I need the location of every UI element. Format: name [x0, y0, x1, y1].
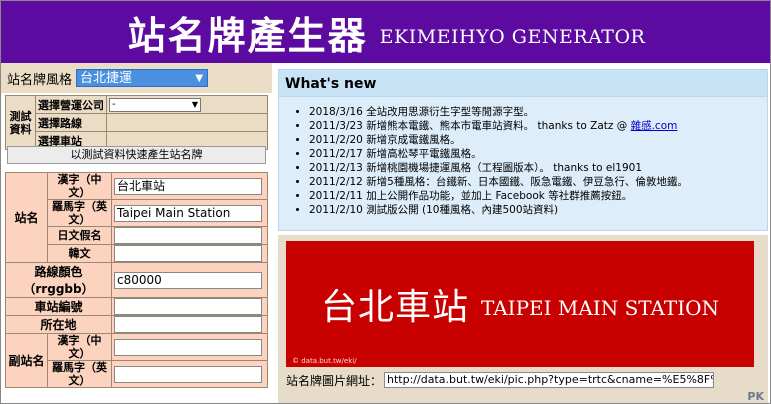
- sub-romaji-label: 羅馬字（英文）: [47, 360, 112, 388]
- form-panel: 站名牌風格 台北捷運 ▼ 測試資料 選擇營運公司 - ▼ 選擇路線 選擇車站 以…: [1, 63, 272, 403]
- list-item: 2018/3/16 全站改用思源衍生字型等閒源字型。: [309, 105, 767, 119]
- station-group-label: 站名: [5, 172, 48, 263]
- info-panel: What's new 2018/3/16 全站改用思源衍生字型等閒源字型。 20…: [272, 63, 770, 403]
- quick-fill-button[interactable]: 以測試資料快速產生站名牌: [7, 146, 266, 164]
- sign-watermark: © data.but.tw/eki/: [292, 357, 357, 365]
- line-label: 選擇路線: [35, 113, 107, 132]
- news-list: 2018/3/16 全站改用思源衍生字型等閒源字型。 2011/3/23 新增熊…: [279, 105, 767, 217]
- zakkan-link[interactable]: 雜感.com: [631, 120, 678, 132]
- station-number-label: 車站編號: [5, 297, 112, 316]
- image-url-row: 站名牌圖片網址： http://data.but.tw/eki/pic.php?…: [286, 371, 756, 389]
- list-item: 2011/2/12 新增5種風格：台鐵新、日本國鐵、阪急電鐵、伊豆急行、倫敦地鐵…: [309, 175, 767, 189]
- page-header: 站名牌產生器 EKIMEIHYO GENERATOR: [1, 1, 770, 63]
- list-item: 2011/2/13 新增桃園機場捷運風格（工程圖版本）。 thanks to e…: [309, 161, 767, 175]
- korean-label: 韓文: [47, 244, 112, 263]
- fill-button-row: 以測試資料快速產生站名牌: [7, 146, 266, 166]
- kana-label: 日文假名: [47, 226, 112, 245]
- korean-input[interactable]: [114, 245, 262, 262]
- station-number-input[interactable]: [114, 298, 262, 315]
- preview-area: 台北車站 TAIPEI MAIN STATION © data.but.tw/e…: [278, 235, 768, 403]
- pk-badge: PK: [747, 390, 764, 403]
- company-select-value: -: [112, 98, 116, 110]
- sub-romaji-input[interactable]: [114, 365, 262, 383]
- chevron-down-icon: ▼: [191, 99, 198, 109]
- list-item: 2011/2/20 新增京成電鐵風格。: [309, 133, 767, 147]
- test-data-table: 測試資料 選擇營運公司 - ▼ 選擇路線 選擇車站: [5, 95, 268, 150]
- chevron-down-icon: ▼: [195, 73, 204, 84]
- whats-new-box: What's new 2018/3/16 全站改用思源衍生字型等閒源字型。 20…: [278, 69, 768, 231]
- romaji-label: 羅馬字（英文）: [47, 199, 112, 227]
- sign-station-name-en: TAIPEI MAIN STATION: [480, 296, 720, 320]
- style-selected-value: 台北捷運: [80, 71, 133, 86]
- page-title: 站名牌產生器: [127, 12, 368, 58]
- kanji-input[interactable]: 台北車站: [114, 177, 262, 195]
- station-sign-preview: 台北車站 TAIPEI MAIN STATION © data.but.tw/e…: [286, 241, 754, 367]
- station-form-table: 站名 漢字（中文） 台北車站 羅馬字（英文） Taipei Main Stati…: [5, 172, 268, 388]
- whats-new-title: What's new: [279, 70, 767, 97]
- list-item: 2011/2/11 加上公開作品功能，並加上 Facebook 等社群推薦按鈕。: [309, 189, 767, 203]
- sub-station-group-label: 副站名: [5, 333, 48, 388]
- image-url-label: 站名牌圖片網址：: [286, 373, 383, 388]
- sub-kanji-input[interactable]: [114, 338, 262, 356]
- list-item: 2011/2/17 新增高松琴平電鐵風格。: [309, 147, 767, 161]
- style-label: 站名牌風格: [7, 72, 73, 88]
- romaji-input[interactable]: Taipei Main Station: [114, 204, 262, 222]
- list-item: 2011/2/10 測試版公開 (10種風格、內建500站資料): [309, 203, 767, 217]
- kana-input[interactable]: [114, 227, 262, 244]
- company-label: 選擇營運公司: [35, 95, 107, 114]
- test-group-label: 測試資料: [5, 95, 36, 150]
- location-input[interactable]: [114, 316, 262, 333]
- location-label: 所在地: [5, 315, 112, 334]
- page-subtitle: EKIMEIHYO GENERATOR: [379, 26, 646, 48]
- app-window: 站名牌產生器 EKIMEIHYO GENERATOR 站名牌風格 台北捷運 ▼ …: [0, 0, 771, 404]
- sub-kanji-label: 漢字（中文）: [47, 333, 112, 361]
- line-color-label: 路線顏色（rrggbb）: [5, 262, 112, 298]
- list-item: 2011/3/23 新增熊本電鐵、熊本市電車站資料。 thanks to Zat…: [309, 119, 767, 133]
- company-select[interactable]: - ▼: [109, 97, 201, 112]
- line-color-input[interactable]: c80000: [114, 271, 262, 289]
- line-select[interactable]: [106, 113, 268, 132]
- kanji-label: 漢字（中文）: [47, 172, 112, 200]
- image-url-input[interactable]: http://data.but.tw/eki/pic.php?type=trtc…: [384, 372, 715, 388]
- sign-station-name: 台北車站: [320, 287, 469, 328]
- style-select[interactable]: 台北捷運 ▼: [76, 69, 209, 87]
- style-row: 站名牌風格 台北捷運 ▼: [1, 63, 272, 93]
